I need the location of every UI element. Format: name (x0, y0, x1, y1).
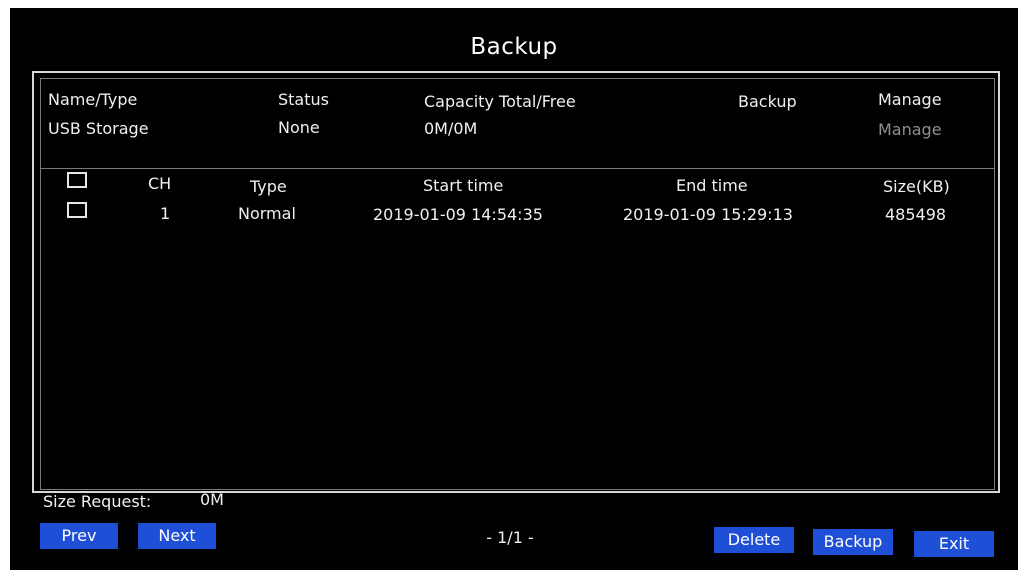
size-request-value: 0M (200, 490, 224, 509)
section-divider (40, 168, 995, 169)
row-type: Normal (238, 204, 296, 223)
device-name-type: USB Storage (48, 119, 149, 138)
page-indicator: - 1/1 - (486, 528, 534, 547)
header-capacity: Capacity Total/Free (424, 92, 576, 111)
manage-button[interactable]: Manage (878, 120, 942, 139)
row-ch: 1 (160, 204, 171, 223)
header-size: Size(KB) (883, 177, 950, 196)
row-size: 485498 (885, 205, 947, 224)
header-end-time: End time (676, 176, 748, 195)
row-end-time: 2019-01-09 15:29:13 (623, 205, 793, 224)
header-type: Type (250, 177, 287, 196)
backup-button[interactable]: Backup (813, 529, 893, 555)
device-capacity: 0M/0M (424, 119, 478, 138)
exit-button[interactable]: Exit (914, 531, 994, 557)
header-ch: CH (148, 174, 172, 193)
header-status: Status (278, 90, 329, 109)
next-button[interactable]: Next (138, 523, 216, 549)
delete-button[interactable]: Delete (714, 527, 794, 553)
row-start-time: 2019-01-09 14:54:35 (373, 205, 543, 224)
header-start-time: Start time (423, 176, 504, 195)
prev-button[interactable]: Prev (40, 523, 118, 549)
header-manage: Manage (878, 90, 942, 109)
page-title: Backup (470, 34, 558, 60)
content-panel (40, 78, 995, 490)
device-status: None (278, 118, 320, 137)
select-all-checkbox[interactable] (67, 172, 87, 188)
size-request-label: Size Request: (43, 492, 152, 511)
header-name-type: Name/Type (48, 90, 138, 109)
header-backup: Backup (738, 92, 797, 111)
row-checkbox[interactable] (67, 202, 87, 218)
backup-screen: Backup Name/Type Status Capacity Total/F… (10, 8, 1018, 570)
